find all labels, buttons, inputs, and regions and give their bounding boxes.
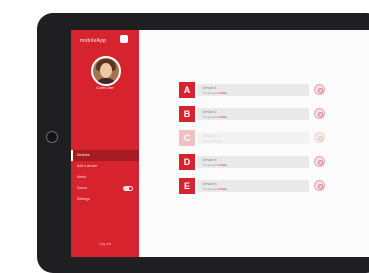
device-letter-tile: A bbox=[179, 82, 195, 98]
device-status-highlight: Online bbox=[218, 186, 228, 191]
device-letter-tile: C bbox=[179, 130, 195, 146]
device-row[interactable]: E Device 5 Connected Online bbox=[179, 178, 327, 194]
device-name: Device 2 bbox=[203, 109, 217, 114]
sidebar-item-devices[interactable]: Devices bbox=[71, 150, 139, 161]
device-letter-tile: B bbox=[179, 106, 195, 122]
device-name: Device 5 bbox=[203, 181, 217, 186]
device-name: Device 1 bbox=[203, 85, 217, 90]
power-icon[interactable] bbox=[314, 132, 325, 143]
home-button[interactable] bbox=[46, 131, 58, 143]
sidebar-item-settings[interactable]: Settings bbox=[71, 194, 139, 205]
sidebar-item-label: Add a device bbox=[77, 164, 98, 168]
avatar[interactable] bbox=[91, 56, 121, 86]
device-row[interactable]: C Device 3 Disconnected bbox=[179, 130, 327, 146]
sidebar-item-alerts[interactable]: Alerts bbox=[71, 172, 139, 183]
device-info: Device 1 Connected Online bbox=[197, 84, 309, 96]
device-name: Device 4 bbox=[203, 157, 217, 162]
device-row[interactable]: B Device 2 Connected Online bbox=[179, 106, 327, 122]
sound-toggle[interactable] bbox=[123, 186, 133, 191]
power-icon[interactable] bbox=[314, 180, 325, 191]
app-logo: mobileApp bbox=[80, 38, 107, 44]
device-status: Connected Online bbox=[203, 90, 228, 95]
device-status-highlight: Online bbox=[218, 162, 228, 167]
power-icon[interactable] bbox=[314, 108, 325, 119]
device-status: Disconnected bbox=[203, 138, 222, 143]
app-screen: mobileApp Guest User Devices Add a devic… bbox=[71, 30, 369, 257]
device-name: Device 3 bbox=[203, 133, 217, 138]
sidebar-item-label: Sound bbox=[77, 186, 88, 190]
device-list-panel: A Device 1 Connected Online B Device 2 C… bbox=[139, 30, 369, 257]
user-name: Guest User bbox=[96, 86, 114, 90]
avatar-shoulders bbox=[95, 78, 117, 84]
sidebar-item-label: Devices bbox=[77, 153, 90, 157]
power-icon[interactable] bbox=[314, 156, 325, 167]
sidebar: mobileApp Guest User Devices Add a devic… bbox=[71, 30, 139, 257]
device-status-highlight: Online bbox=[218, 90, 228, 95]
device-status: Connected Online bbox=[203, 114, 228, 119]
device-row[interactable]: A Device 1 Connected Online bbox=[179, 82, 327, 98]
sidebar-item-label: Alerts bbox=[77, 175, 86, 179]
device-info: Device 4 Connected Online bbox=[197, 156, 309, 168]
device-status: Connected Online bbox=[203, 162, 228, 167]
logout-link[interactable]: Log out bbox=[71, 242, 139, 246]
sidebar-item-label: Settings bbox=[77, 197, 90, 201]
device-info: Device 5 Connected Online bbox=[197, 180, 309, 192]
device-row[interactable]: D Device 4 Connected Online bbox=[179, 154, 327, 170]
avatar-face bbox=[100, 63, 112, 78]
device-letter-tile: E bbox=[179, 178, 195, 194]
sidebar-item-add-device[interactable]: Add a device bbox=[71, 161, 139, 172]
sidebar-menu: Devices Add a device Alerts Sound Settin… bbox=[71, 150, 139, 205]
power-icon[interactable] bbox=[314, 84, 325, 95]
device-status-highlight: Online bbox=[218, 114, 228, 119]
notification-icon[interactable] bbox=[120, 35, 128, 43]
sidebar-item-sound[interactable]: Sound bbox=[71, 183, 139, 194]
device-info: Device 3 Disconnected bbox=[197, 132, 309, 144]
device-info: Device 2 Connected Online bbox=[197, 108, 309, 120]
device-status: Connected Online bbox=[203, 186, 228, 191]
device-letter-tile: D bbox=[179, 154, 195, 170]
